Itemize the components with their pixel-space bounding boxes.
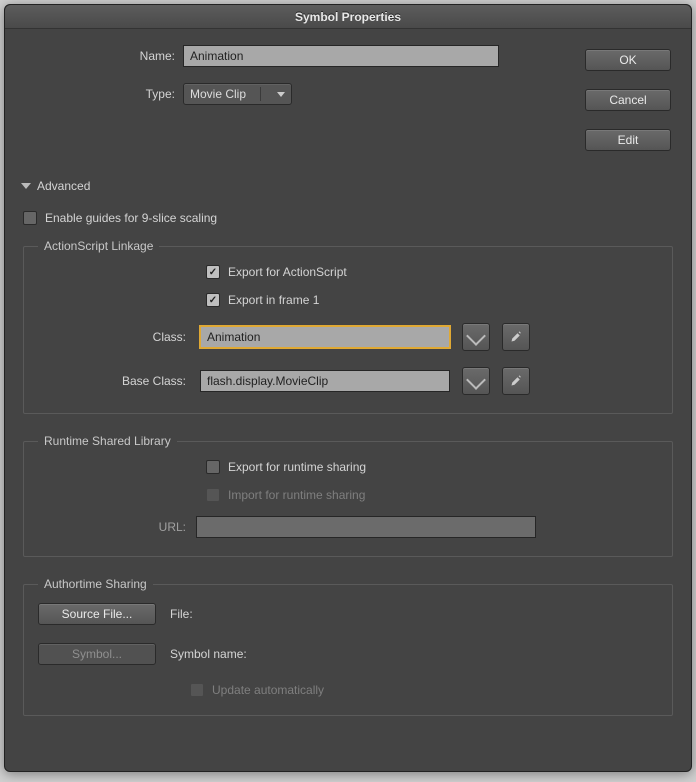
source-file-button[interactable]: Source File... — [38, 603, 156, 625]
import-runtime-sharing-checkbox: ✓ — [206, 488, 220, 502]
symbol-name-label: Symbol name: — [170, 647, 247, 661]
chevron-down-icon — [277, 92, 285, 97]
symbol-button: Symbol... — [38, 643, 156, 665]
import-runtime-sharing-label: Import for runtime sharing — [228, 488, 365, 502]
url-field — [196, 516, 536, 538]
cancel-button[interactable]: Cancel — [585, 89, 671, 111]
url-label: URL: — [38, 520, 188, 534]
export-runtime-sharing-checkbox[interactable]: ✓ — [206, 460, 220, 474]
update-automatically-label: Update automatically — [212, 683, 324, 697]
name-label: Name: — [23, 49, 183, 63]
edit-base-class-button[interactable] — [502, 367, 530, 395]
actionscript-linkage-legend: ActionScript Linkage — [38, 239, 159, 253]
pencil-icon — [510, 331, 522, 343]
symbol-properties-dialog: Symbol Properties Name: Type: Movie Clip — [4, 4, 692, 772]
check-icon — [466, 370, 486, 390]
validate-class-button[interactable] — [462, 323, 490, 351]
name-field[interactable] — [183, 45, 499, 67]
export-in-frame1-checkbox[interactable]: ✓ — [206, 293, 220, 307]
type-label: Type: — [23, 87, 183, 101]
nine-slice-label: Enable guides for 9-slice scaling — [45, 211, 217, 225]
update-automatically-checkbox: ✓ — [190, 683, 204, 697]
ok-button[interactable]: OK — [585, 49, 671, 71]
runtime-shared-library-legend: Runtime Shared Library — [38, 434, 177, 448]
dialog-title: Symbol Properties — [5, 5, 691, 29]
file-label: File: — [170, 607, 193, 621]
edit-class-button[interactable] — [502, 323, 530, 351]
disclosure-triangle-icon — [21, 183, 31, 189]
pencil-icon — [510, 375, 522, 387]
authortime-sharing-legend: Authortime Sharing — [38, 577, 153, 591]
authortime-sharing-group: Authortime Sharing Source File... File: … — [23, 577, 673, 716]
type-dropdown[interactable]: Movie Clip — [183, 83, 292, 105]
class-label: Class: — [38, 330, 188, 344]
class-field[interactable] — [200, 326, 450, 348]
nine-slice-checkbox[interactable]: ✓ — [23, 211, 37, 225]
export-for-actionscript-checkbox[interactable]: ✓ — [206, 265, 220, 279]
check-icon — [466, 326, 486, 346]
actionscript-linkage-group: ActionScript Linkage ✓ Export for Action… — [23, 239, 673, 414]
base-class-label: Base Class: — [38, 374, 188, 388]
advanced-label: Advanced — [37, 179, 90, 193]
base-class-field[interactable] — [200, 370, 450, 392]
type-dropdown-value: Movie Clip — [190, 87, 246, 101]
export-in-frame1-label: Export in frame 1 — [228, 293, 319, 307]
advanced-disclosure[interactable]: Advanced — [23, 179, 673, 193]
validate-base-class-button[interactable] — [462, 367, 490, 395]
export-for-actionscript-label: Export for ActionScript — [228, 265, 347, 279]
export-runtime-sharing-label: Export for runtime sharing — [228, 460, 366, 474]
runtime-shared-library-group: Runtime Shared Library ✓ Export for runt… — [23, 434, 673, 557]
edit-button[interactable]: Edit — [585, 129, 671, 151]
